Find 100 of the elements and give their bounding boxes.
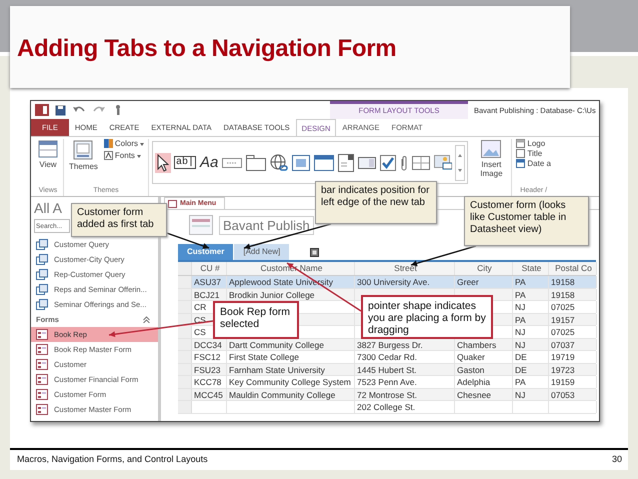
control-tool[interactable] <box>245 154 268 172</box>
callout: Customer form added as first tab <box>71 203 167 237</box>
title-button[interactable]: Title <box>515 149 544 158</box>
form-title: Bavant Publish <box>219 216 314 234</box>
command-button-icon <box>222 158 242 168</box>
themes-button[interactable]: Themes <box>67 139 100 172</box>
table-cell: DCC34 <box>194 340 222 350</box>
table-cell: BCJ21 <box>194 290 220 300</box>
slide-title: Adding Tabs to a Navigation Form <box>17 35 396 63</box>
date-time-button[interactable]: Date a <box>515 159 552 168</box>
colors-button[interactable]: Colors <box>102 139 146 148</box>
control-tool[interactable] <box>337 152 356 172</box>
table-cell: 72 Montrose St. <box>357 390 418 400</box>
save-icon[interactable] <box>55 104 66 116</box>
form-icon <box>36 404 48 415</box>
callout-arrow <box>410 245 476 266</box>
table-cell: Quaker <box>457 352 485 362</box>
view-button[interactable]: View <box>36 139 60 170</box>
insert-image-button[interactable]: Insert Image <box>474 139 508 179</box>
table-cell: 07053 <box>551 390 575 400</box>
table-cell: 19158 <box>551 277 575 287</box>
callout: pointer shape indicates you are placing a form by dragging <box>361 295 493 339</box>
tab-control-icon <box>246 154 266 170</box>
table-cell: 07025 <box>551 302 575 312</box>
footer-text: Macros, Navigation Forms, and Control Layouts <box>17 454 208 464</box>
table-cell: Adelphia <box>457 377 490 387</box>
page-number: 30 <box>612 454 622 464</box>
image-icon <box>481 140 502 158</box>
table-cell: CS <box>194 327 206 337</box>
table-cell: DE <box>515 364 527 374</box>
form-icon <box>36 389 48 400</box>
table-cell: Dartt Community College <box>229 340 324 350</box>
form-icon <box>168 200 177 208</box>
palette-icon <box>104 139 113 148</box>
control-tool[interactable] <box>357 156 378 170</box>
pointer-icon <box>156 154 170 172</box>
form-icon <box>36 359 48 370</box>
table-cell: 19723 <box>551 364 575 374</box>
globe-link-icon <box>270 154 288 172</box>
table-cell: PA <box>515 377 526 387</box>
form-icon <box>36 374 48 385</box>
table-cell: NJ <box>515 302 526 312</box>
table-cell: Gaston <box>457 364 484 374</box>
table-cell: 19157 <box>551 314 575 324</box>
callout: Book Rep form selected <box>213 301 299 339</box>
table-cell: PA <box>515 277 526 287</box>
control-tool[interactable] <box>155 152 172 172</box>
table-cell: Chesnee <box>457 390 492 400</box>
table-cell: NJ <box>515 390 526 400</box>
list-box-icon <box>358 156 376 168</box>
table-cell: PA <box>515 314 526 324</box>
query-icon <box>36 239 48 250</box>
combo-box-icon <box>338 154 354 172</box>
table-cell: 7523 Penn Ave. <box>357 377 417 387</box>
collapse-icon <box>143 316 150 323</box>
dropdown-caret-icon <box>140 142 144 148</box>
control-tool[interactable]: ab| <box>173 155 198 170</box>
logo-button[interactable]: Logo <box>515 139 546 148</box>
column-header[interactable]: State <box>513 262 549 275</box>
table-cell: Brodkin Junior College <box>229 290 315 300</box>
control-tool[interactable]: Aa <box>199 153 220 172</box>
table-cell: 1445 Hubert St. <box>357 364 417 374</box>
table-cell: KCC78 <box>194 377 222 387</box>
paperclip-icon <box>400 154 408 170</box>
query-icon <box>36 254 48 265</box>
table-cell: First State College <box>229 352 299 362</box>
checkbox-icon <box>380 154 396 170</box>
callout: bar indicates position for left edge of the new tab <box>315 181 437 224</box>
table-cell: 7300 Cedar Rd. <box>357 352 418 362</box>
navigation-tab[interactable]: [Add New] <box>234 244 290 260</box>
column-header[interactable]: CU # <box>192 262 227 275</box>
web-browser-icon <box>292 154 310 170</box>
table-cell: ASU37 <box>194 277 221 287</box>
form-icon <box>36 344 48 355</box>
table-cell: NJ <box>515 340 526 350</box>
table-cell: FSU23 <box>194 364 220 374</box>
table-cell: FSC12 <box>194 352 220 362</box>
table-cell: Farnham State University <box>229 364 325 374</box>
table-cell: NJ <box>515 327 526 337</box>
gallery-scroll-icon[interactable] <box>455 144 466 180</box>
table-cell: 300 University Ave. <box>357 277 430 287</box>
table-cell: Key Community College System <box>229 377 351 387</box>
navigation-control-icon <box>314 154 334 170</box>
column-header[interactable]: City <box>455 262 513 275</box>
font-icon <box>104 151 113 160</box>
dropdown-caret-icon <box>136 154 141 160</box>
table-cell: Chambers <box>457 340 496 350</box>
table-cell: 19159 <box>551 377 575 387</box>
datasheet-icon <box>38 140 58 158</box>
fonts-button[interactable]: Fonts <box>102 151 146 160</box>
option-group-icon <box>412 156 430 170</box>
column-header[interactable]: Postal Co <box>549 262 597 275</box>
control-tool[interactable] <box>269 152 290 172</box>
image-icon <box>434 154 452 170</box>
query-icon <box>36 269 48 280</box>
pane-heading[interactable]: All A <box>31 197 62 219</box>
table-cell: Mauldin Community College <box>229 390 336 400</box>
calendar-icon <box>516 159 526 168</box>
themes-icon <box>73 140 94 160</box>
table-cell: Greer <box>457 277 479 287</box>
